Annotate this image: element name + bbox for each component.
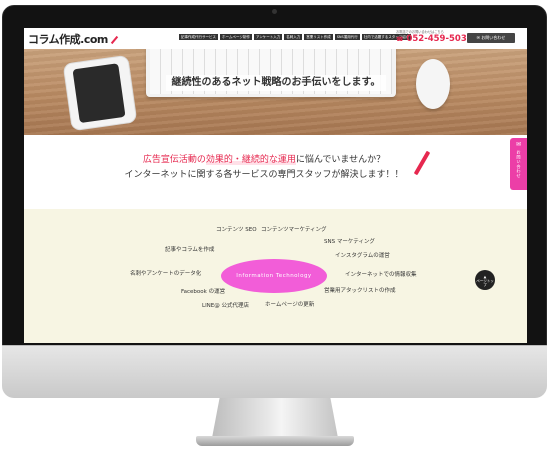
phone-number[interactable]: ☎ 052-459-5030: [396, 34, 473, 45]
nav-item-sns[interactable]: SNS運用代行: [334, 34, 360, 40]
site-logo-text: コラム作成.com: [28, 33, 108, 46]
term-instagram: インスタグラムの運営: [335, 253, 390, 259]
monitor-stand: [212, 398, 338, 438]
monitor-chin: [2, 345, 547, 398]
main-nav: 記事作成代行サービス ホームページ制作 アンケート入力 名刺入力 営業リスト作成…: [179, 34, 412, 40]
side-tab-label: お問い合わせ: [516, 150, 522, 179]
term-content-marketing: コンテンツマーケティング: [261, 227, 327, 233]
services-diagram: Information Technology コンテンツ SEO コンテンツマー…: [24, 209, 527, 343]
smartphone-image: [62, 54, 138, 132]
problem-suffix: に悩んでいませんか？: [295, 155, 386, 165]
mail-icon: ✉: [515, 141, 522, 148]
term-line-agency: LINE@ 公式代理店: [202, 303, 250, 309]
monitor-frame: コラム作成.com 記事作成代行サービス ホームページ制作 アンケート入力 名刺…: [0, 0, 550, 457]
inquiry-button[interactable]: ✉ お問い合わせ: [467, 33, 515, 43]
nav-item-article[interactable]: 記事作成代行サービス: [179, 34, 218, 40]
term-sns-marketing: SNS マーケティング: [324, 239, 375, 245]
term-attack-list: 営業用アタックリストの作成: [324, 288, 396, 294]
hero-banner: 継続性のあるネット戦略のお手伝いをします。: [24, 49, 527, 135]
site-logo[interactable]: コラム作成.com: [28, 31, 119, 47]
page-top-label: ページトップ: [476, 279, 494, 287]
problem-highlight: 効果的・継続的な運用: [205, 155, 296, 165]
webcam-icon: [272, 9, 277, 14]
term-data-entry: 名刺やアンケートのデータ化: [130, 271, 202, 277]
inquiry-button-label: お問い合わせ: [481, 35, 506, 40]
nav-item-homepage[interactable]: ホームページ制作: [220, 34, 252, 40]
phone-number-text: 052-459-5030: [406, 34, 473, 44]
monitor-base: [196, 436, 354, 446]
problem-prefix: 広告宣伝活動の: [142, 155, 206, 165]
term-homepage-update: ホームページの更新: [265, 302, 315, 308]
term-article-writing: 記事やコラムを作成: [165, 247, 215, 253]
pen-icon: [110, 35, 119, 45]
mail-icon: ✉: [476, 35, 481, 40]
page-top-button[interactable]: ▲ ページトップ: [475, 270, 495, 290]
side-inquiry-tab[interactable]: ✉ お問い合わせ: [510, 138, 527, 190]
hero-title: 継続性のあるネット戦略のお手伝いをします。: [166, 75, 386, 91]
term-facebook: Facebook の運営: [181, 289, 226, 295]
pencil-icon: [413, 150, 431, 176]
it-bubble: Information Technology: [221, 259, 327, 293]
problem-section: 広告宣伝活動の効果的・継続的な運用に悩んでいませんか？ インターネットに関する各…: [24, 135, 527, 209]
phone-icon: ☎: [396, 36, 404, 43]
nav-item-list[interactable]: 営業リスト作成: [304, 34, 333, 40]
contact-block: お電話でのお問い合わせはこちら ☎ 052-459-5030: [396, 30, 473, 45]
nav-item-survey[interactable]: アンケート入力: [253, 34, 283, 40]
nav-item-card[interactable]: 名刺入力: [284, 34, 303, 40]
problem-answer: インターネットに関する各サービスの専門スタッフが解決します！！: [124, 170, 404, 180]
website-screen: コラム作成.com 記事作成代行サービス ホームページ制作 アンケート入力 名刺…: [24, 28, 527, 343]
term-info-collection: インターネットでの情報収集: [345, 272, 417, 278]
site-header: コラム作成.com 記事作成代行サービス ホームページ制作 アンケート入力 名刺…: [24, 28, 527, 50]
term-content-seo: コンテンツ SEO: [216, 227, 257, 233]
problem-question: 広告宣伝活動の効果的・継続的な運用に悩んでいませんか？: [114, 152, 414, 165]
mouse-image: [416, 59, 450, 109]
